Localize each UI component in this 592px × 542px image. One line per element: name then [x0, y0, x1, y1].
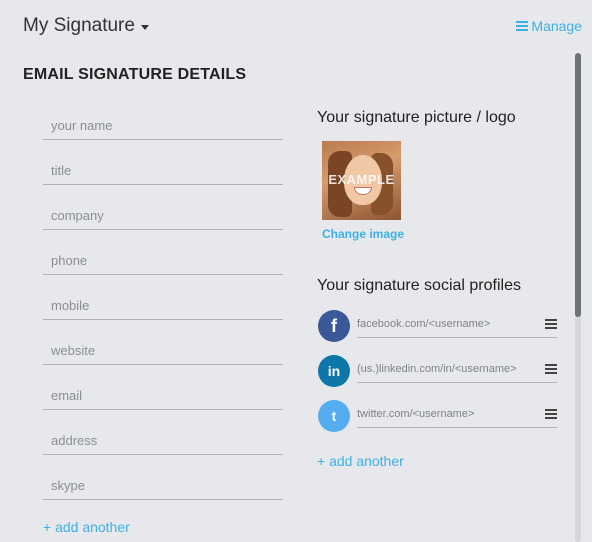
- drag-handle-icon[interactable]: [545, 409, 557, 419]
- field-row: [43, 423, 283, 468]
- menu-icon: [516, 21, 529, 31]
- picture-heading: Your signature picture / logo: [317, 109, 516, 126]
- social-row-linkedin: in: [318, 355, 558, 389]
- address-field[interactable]: [43, 423, 283, 455]
- section-heading: EMAIL SIGNATURE DETAILS: [23, 66, 247, 83]
- scrollbar-thumb[interactable]: [575, 53, 581, 317]
- change-image-link[interactable]: Change image: [322, 227, 404, 241]
- company-field[interactable]: [43, 198, 283, 230]
- website-field[interactable]: [43, 333, 283, 365]
- skype-field[interactable]: [43, 468, 283, 500]
- example-watermark: EXAMPLE: [328, 172, 395, 187]
- linkedin-field[interactable]: [357, 355, 557, 383]
- linkedin-icon: in: [318, 355, 350, 387]
- field-row: [43, 243, 283, 288]
- twitter-field[interactable]: [357, 400, 557, 428]
- signature-title: My Signature: [23, 15, 135, 36]
- field-row: [43, 288, 283, 333]
- field-row: [43, 153, 283, 198]
- facebook-field[interactable]: [357, 310, 557, 338]
- drag-handle-icon[interactable]: [545, 364, 557, 374]
- name-field[interactable]: [43, 108, 283, 140]
- social-row-twitter: t: [318, 400, 558, 434]
- email-field[interactable]: [43, 378, 283, 410]
- signature-fields: [43, 108, 283, 513]
- manage-label: Manage: [531, 18, 582, 34]
- scrollbar[interactable]: [575, 53, 581, 542]
- title-field[interactable]: [43, 153, 283, 185]
- signature-selector-dropdown[interactable]: My Signature: [23, 15, 149, 37]
- mobile-field[interactable]: [43, 288, 283, 320]
- social-heading: Your signature social profiles: [317, 277, 521, 294]
- signature-picture[interactable]: EXAMPLE: [322, 141, 401, 220]
- manage-link[interactable]: Manage: [516, 18, 582, 34]
- twitter-icon: t: [318, 400, 350, 432]
- field-row: [43, 108, 283, 153]
- field-row: [43, 468, 283, 513]
- signature-editor: My Signature Manage EMAIL SIGNATURE DETA…: [0, 0, 592, 542]
- add-social-link[interactable]: + add another: [317, 453, 404, 469]
- field-row: [43, 333, 283, 378]
- field-row: [43, 198, 283, 243]
- drag-handle-icon[interactable]: [545, 319, 557, 329]
- social-row-facebook: f: [318, 310, 558, 344]
- add-field-link[interactable]: + add another: [43, 519, 130, 535]
- facebook-icon: f: [318, 310, 350, 342]
- field-row: [43, 378, 283, 423]
- caret-down-icon: [140, 25, 149, 30]
- phone-field[interactable]: [43, 243, 283, 275]
